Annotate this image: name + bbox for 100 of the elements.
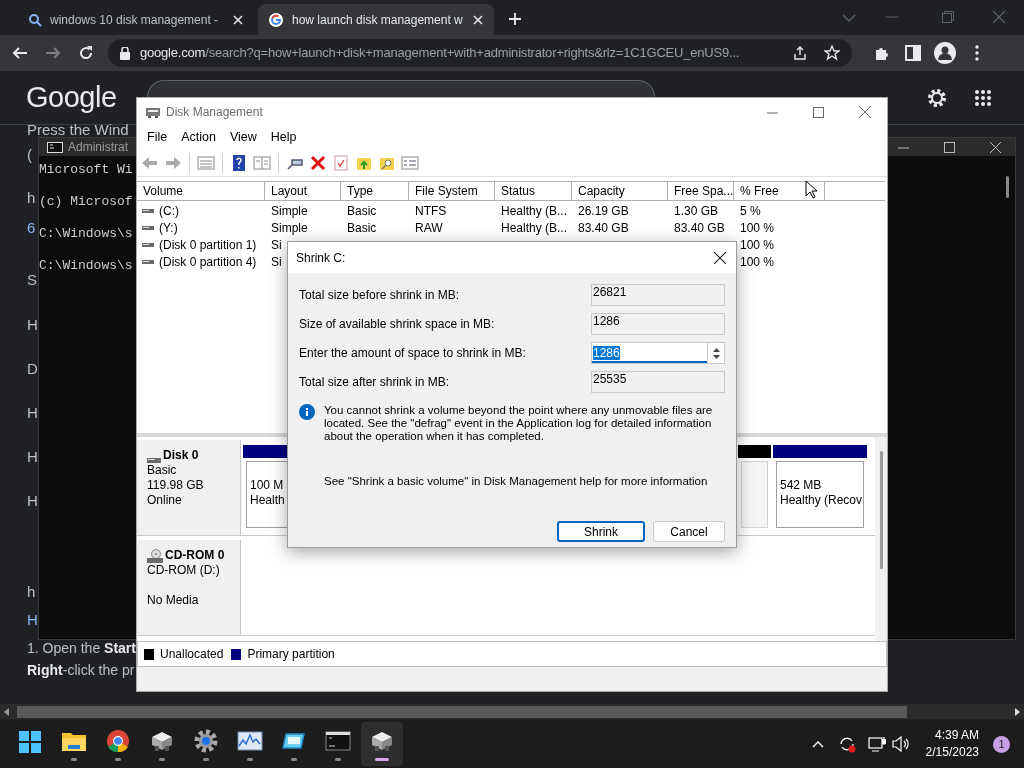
result-text: H (27, 491, 38, 511)
column-header[interactable]: File System (409, 182, 495, 200)
share-icon[interactable] (792, 45, 808, 61)
dialog-button[interactable]: Shrink (557, 521, 645, 543)
cd-drive-icon (147, 549, 163, 563)
forward-icon[interactable] (45, 45, 61, 61)
disk-label-panel[interactable]: CD-ROM 0 CD-ROM (D:) No Media (137, 540, 241, 636)
result-text: 6 (27, 218, 36, 238)
disk-info: 119.98 GB (147, 478, 205, 493)
column-header[interactable]: Layout (265, 182, 341, 200)
terminal-line: C:\Windows\s (39, 226, 133, 242)
info-text: You cannot shrink a volume beyond the point where any unmovable files are located. See the "defrag" event in the Application log for detailed information about the operation when it has completed. (324, 404, 714, 443)
disk-label-panel[interactable]: Disk 0 Basic 119.98 GB Online (137, 440, 241, 536)
disk-name: Disk 0 (163, 448, 199, 463)
spin-field[interactable]: 1286 (591, 342, 725, 364)
delete-icon[interactable] (309, 154, 327, 171)
chevron-down-icon[interactable] (842, 13, 856, 23)
volume-icon (142, 225, 154, 230)
menu-item[interactable]: Help (263, 128, 304, 147)
field-label: Enter the amount of space to shrink in MB: (299, 345, 527, 362)
search-field[interactable] (146, 80, 655, 97)
table-cell-text: 83.40 GB (577, 219, 629, 237)
dialog-button[interactable]: Cancel (653, 521, 725, 543)
browser-tab[interactable]: how launch disk management w (258, 4, 494, 35)
google-logo[interactable]: Google (26, 75, 117, 120)
search-icon (28, 12, 42, 27)
back-icon[interactable] (12, 45, 28, 61)
maximize-icon[interactable] (944, 141, 955, 153)
result-text: ( (27, 145, 32, 165)
menu-item[interactable]: View (222, 128, 264, 147)
notification-badge[interactable]: 1 (993, 735, 1010, 753)
disk-info: No Media (147, 593, 200, 608)
help-icon[interactable] (230, 154, 248, 171)
settings-icon[interactable] (926, 86, 948, 109)
apps-grid-icon[interactable] (974, 88, 992, 107)
table-cell-text: (Disk 0 partition 1) (159, 236, 257, 254)
column-header[interactable]: Status (495, 182, 572, 200)
table-cell-text: (Y:) (159, 219, 178, 237)
legend-label: Primary partition (247, 646, 335, 663)
browser-tab[interactable]: windows 10 disk management - (18, 4, 254, 35)
result-text: D (27, 359, 38, 379)
legend-label: Unallocated (160, 646, 224, 663)
close-icon[interactable] (990, 141, 1001, 153)
chevron-up-icon[interactable] (811, 740, 824, 748)
partition-size: 100 M (250, 478, 284, 493)
checklist-icon[interactable] (332, 154, 350, 171)
volume-icon (142, 259, 154, 264)
disk-name: CD-ROM 0 (165, 548, 225, 563)
table-cell-text: 100 % (739, 236, 775, 254)
column-header[interactable]: Free Spa... (668, 182, 734, 200)
menu-item[interactable]: Action (174, 128, 223, 147)
address-field[interactable]: google.com/search?q=how+launch+disk+management+with+administrator+rights&rlz=1C1GCEU_enUS9... (108, 39, 852, 67)
scrollbar[interactable] (0, 704, 1024, 719)
reload-icon[interactable] (78, 45, 94, 61)
sync-icon[interactable] (837, 735, 856, 753)
plus-icon[interactable] (508, 12, 522, 26)
profile-icon[interactable] (934, 42, 956, 64)
network-icon[interactable] (867, 736, 886, 752)
scrollbar[interactable] (875, 437, 887, 641)
column-header[interactable]: Volume (137, 182, 265, 200)
table-cell-text: Basic (346, 202, 377, 220)
volume-icon (142, 208, 154, 213)
taskbar-button[interactable] (361, 722, 403, 766)
extensions-icon[interactable] (874, 45, 890, 61)
partition-block[interactable]: 542 MB Healthy (Recov (776, 461, 864, 528)
table-cell-text: Si (270, 236, 282, 254)
disk-management-icon (146, 106, 160, 118)
column-header[interactable]: Type (341, 182, 409, 200)
scroll-left-icon (4, 707, 9, 716)
window-title: Disk Management (166, 104, 263, 121)
result-text: H (27, 315, 38, 335)
table-cell-text: 1.30 GB (673, 202, 719, 220)
table-cell-text: Healthy (B... (500, 219, 568, 237)
spin-up-icon[interactable] (712, 347, 720, 352)
close-icon[interactable] (714, 251, 726, 264)
info-icon (299, 404, 315, 420)
maximize-icon[interactable] (813, 106, 824, 118)
readonly-field: 1286 (591, 313, 725, 335)
terminal-line: C:\Windows\s (39, 258, 133, 274)
help-text: See "Shrink a basic volume" in Disk Management help for more information (324, 474, 709, 489)
column-header[interactable]: Capacity (572, 182, 668, 200)
volume-icon[interactable] (891, 736, 910, 752)
table-cell-text: 100 % (739, 219, 775, 237)
more-menu-icon[interactable] (975, 45, 979, 61)
star-icon[interactable] (824, 45, 840, 61)
dialog-title: Shrink C: (296, 249, 346, 267)
disk-info: Basic (147, 463, 178, 478)
table-cell-text: Simple (270, 219, 308, 237)
table-cell-text: Basic (346, 219, 377, 237)
disk-info: CD-ROM (D:) (147, 563, 221, 578)
google-icon (268, 11, 284, 28)
restore-icon[interactable] (942, 11, 954, 23)
spin-down-icon[interactable] (712, 354, 720, 359)
menu-item[interactable]: File (140, 128, 175, 147)
clock[interactable]: 4:39 AM 2/15/2023 (925, 727, 979, 761)
table-cell-text: 26.19 GB (577, 202, 629, 220)
sidebar-icon[interactable] (905, 45, 921, 61)
table-cell-text: Simple (270, 202, 308, 220)
chrome-icon (105, 727, 131, 754)
volume-icon (142, 242, 154, 247)
